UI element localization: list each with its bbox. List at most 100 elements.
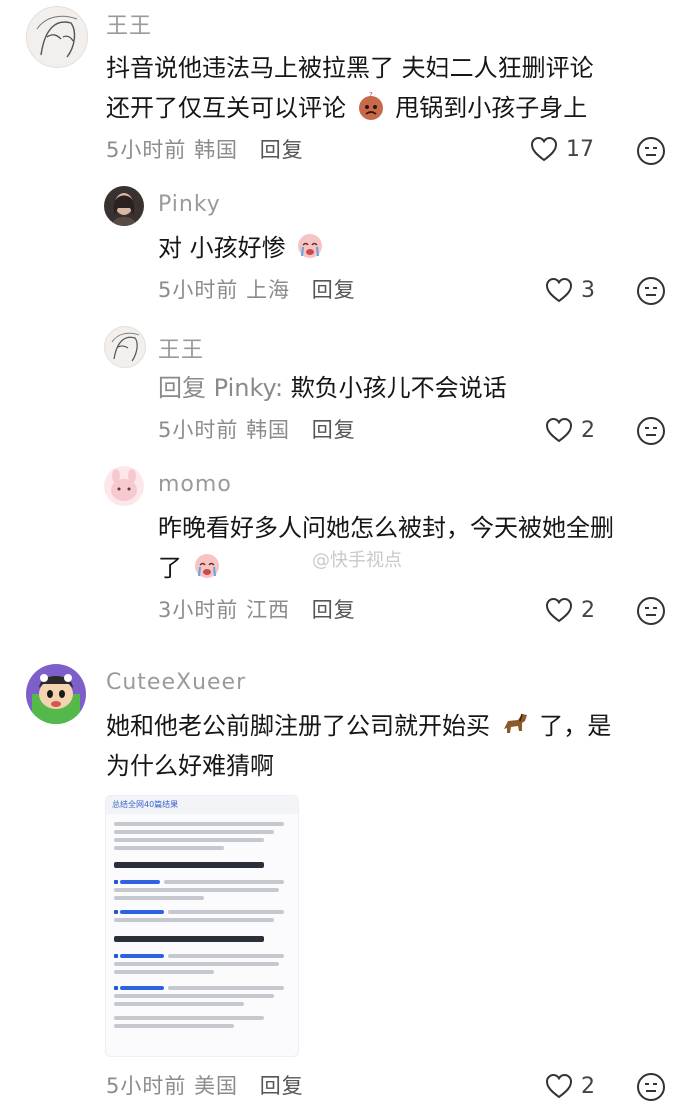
- comment-location: 美国: [194, 1074, 239, 1098]
- reply-button[interactable]: 回复: [260, 1074, 304, 1098]
- comment-text-segment: 欺负小孩儿不会说话: [290, 374, 507, 402]
- image-line: [114, 838, 264, 842]
- comment-time: 5小时前: [106, 138, 187, 162]
- watermark: @快手视点: [312, 550, 402, 571]
- comment-text-segment: 甩锅到小孩子身上: [395, 94, 588, 122]
- comment-text-segment: 了，是: [539, 712, 612, 740]
- image-line: [114, 896, 204, 900]
- image-line: [114, 994, 274, 998]
- image-bullet-title: [120, 910, 164, 914]
- reply-prefix[interactable]: 回复 Pinky:: [158, 374, 283, 402]
- comment-location: 韩国: [194, 138, 239, 162]
- comment-text: 对 小孩好惨: [158, 228, 327, 268]
- comment-meta: 5小时前 美国 回复: [106, 1070, 304, 1100]
- attached-image[interactable]: 总结全网40篇结果: [105, 795, 299, 1057]
- image-line: [168, 986, 284, 990]
- comment-time: 3小时前: [158, 598, 239, 622]
- reply-button[interactable]: 回复: [312, 278, 356, 302]
- like-count: 2: [581, 417, 595, 443]
- like-count: 17: [566, 136, 594, 162]
- comment-author[interactable]: 王王: [158, 332, 204, 364]
- comment-meta: 5小时前 上海 回复: [158, 274, 356, 304]
- image-line: [164, 880, 284, 884]
- comment-meta: 3小时前 江西 回复: [158, 594, 356, 624]
- image-heading: [114, 936, 264, 942]
- dislike-face-icon[interactable]: [636, 416, 666, 446]
- comment-author[interactable]: CuteeXueer: [106, 670, 246, 695]
- horse-icon: [503, 713, 527, 733]
- comment-text: 还开了仅互关可以评论 ? 甩锅到小孩子身上: [106, 88, 587, 128]
- image-bullet: [114, 986, 118, 990]
- avatar-sketch-icon: [111, 332, 140, 362]
- comment-meta: 5小时前 韩国 回复: [158, 414, 356, 444]
- reply-button[interactable]: 回复: [312, 418, 356, 442]
- comment-text-line: 抖音说他违法马上被拉黑了 夫妇二人狂删评论: [106, 54, 594, 82]
- image-bullet: [114, 910, 118, 914]
- image-line: [114, 822, 284, 826]
- dislike-face-icon[interactable]: [636, 596, 666, 626]
- image-bullet: [114, 954, 118, 958]
- avatar[interactable]: [104, 186, 144, 226]
- avatar[interactable]: [104, 326, 146, 368]
- dislike-face-icon[interactable]: [636, 1072, 666, 1102]
- heart-icon: [545, 277, 573, 303]
- comment-text-segment: 还开了仅互关可以评论: [106, 94, 346, 122]
- comment-text: 了: [158, 548, 224, 588]
- comment-author[interactable]: 王王: [106, 8, 152, 40]
- comment-text-line: 昨晚看好多人问她怎么被封，今天被她全删: [158, 514, 614, 542]
- image-line: [168, 954, 284, 958]
- image-bullet-title: [120, 880, 160, 884]
- comment-author[interactable]: momo: [158, 472, 232, 497]
- comment-author[interactable]: Pinky: [158, 192, 221, 217]
- like-count: 3: [581, 277, 595, 303]
- avatar-bunny-icon: [111, 469, 137, 501]
- svg-text:?: ?: [369, 91, 373, 99]
- comment-text-line: 为什么好难猜啊: [106, 752, 274, 780]
- comment-text: 她和他老公前脚注册了公司就开始买 了，是: [106, 706, 611, 746]
- like-button[interactable]: 3: [545, 277, 595, 303]
- avatar-cartoon-icon: [32, 674, 80, 724]
- like-button[interactable]: 2: [545, 1073, 595, 1099]
- like-count: 2: [581, 1073, 595, 1099]
- image-line: [114, 918, 274, 922]
- comment-time: 5小时前: [106, 1074, 187, 1098]
- image-heading: [114, 862, 264, 868]
- comment-location: 韩国: [246, 418, 291, 442]
- like-button[interactable]: 2: [545, 417, 595, 443]
- image-line: [114, 846, 224, 850]
- image-line: [114, 1024, 234, 1028]
- emoji-icon: [194, 554, 219, 578]
- emoji-icon: [298, 234, 323, 258]
- image-line: [114, 1016, 264, 1020]
- heart-icon: [545, 597, 573, 623]
- image-bullet-title: [120, 986, 164, 990]
- reply-button[interactable]: 回复: [260, 138, 304, 162]
- image-bullet-title: [120, 954, 164, 958]
- like-count: 2: [581, 597, 595, 623]
- avatar[interactable]: [26, 664, 86, 724]
- like-button[interactable]: 2: [545, 597, 595, 623]
- avatar-sketch-icon: [36, 15, 78, 58]
- heart-icon: [545, 1073, 573, 1099]
- avatar[interactable]: [104, 466, 144, 506]
- image-line: [114, 1002, 244, 1006]
- comment-text: 回复 Pinky: 欺负小孩儿不会说话: [158, 368, 507, 408]
- reply-button[interactable]: 回复: [312, 598, 356, 622]
- emoji-icon: ?: [358, 91, 383, 120]
- like-button[interactable]: 17: [530, 136, 594, 162]
- comment-time: 5小时前: [158, 418, 239, 442]
- avatar[interactable]: [26, 6, 88, 68]
- image-bullet: [114, 880, 118, 884]
- dislike-face-icon[interactable]: [636, 276, 666, 306]
- comment-text-segment: 了: [158, 554, 182, 582]
- comment-meta: 5小时前 韩国 回复: [106, 134, 304, 164]
- comment-text: 为什么好难猜啊: [106, 746, 274, 786]
- image-line: [114, 962, 279, 966]
- comment-location: 江西: [246, 598, 291, 622]
- comment-text-segment: 她和他老公前脚注册了公司就开始买: [106, 712, 490, 740]
- image-line: [114, 970, 214, 974]
- comment-text: 抖音说他违法马上被拉黑了 夫妇二人狂删评论: [106, 48, 594, 88]
- dislike-face-icon[interactable]: [636, 136, 666, 166]
- heart-icon: [545, 417, 573, 443]
- image-line: [114, 888, 279, 892]
